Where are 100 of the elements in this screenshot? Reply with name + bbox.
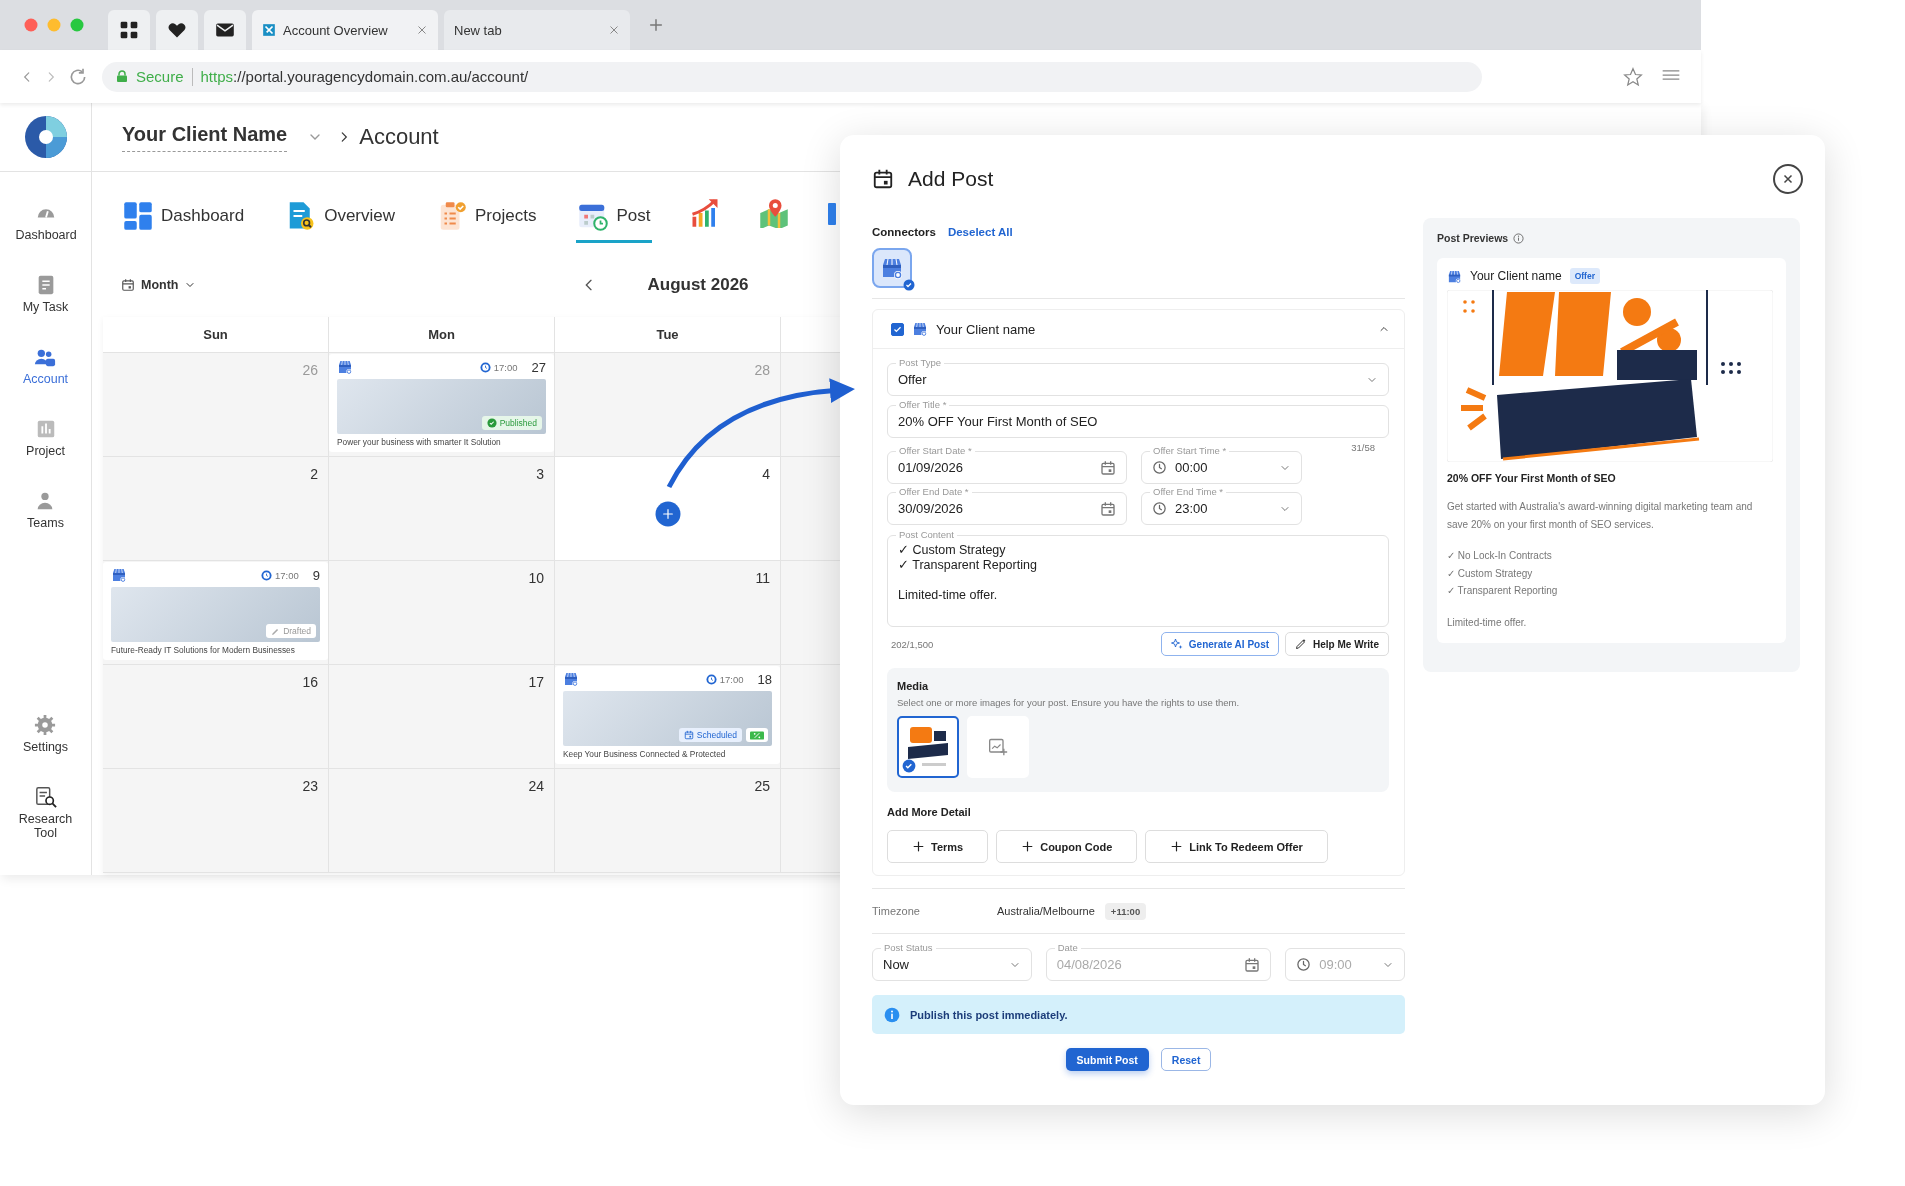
day-number: 9 [312, 567, 320, 583]
generate-ai-button[interactable]: Generate AI Post [1160, 632, 1280, 656]
preview-text: ✓ No Lock-In Contracts ✓ Custom Strategy ✓ Transparent Reporting [1447, 549, 1559, 598]
calendar-day[interactable]: 10 [329, 561, 555, 665]
nav-tab[interactable]: Projects [435, 192, 539, 243]
close-button[interactable] [1773, 164, 1803, 194]
nav-tab[interactable]: Overview [284, 192, 398, 243]
store-icon [111, 567, 127, 583]
check-circle-icon [486, 418, 497, 428]
window-buttons-drawing [24, 18, 84, 32]
field-label: Offer End Date * [896, 486, 972, 497]
check-badge-icon [903, 279, 915, 291]
sidebar-item[interactable]: Dashboard [15, 202, 76, 242]
add-detail-button[interactable]: Terms [887, 830, 989, 863]
day-number: 4 [762, 466, 770, 482]
site-favicon [262, 23, 276, 37]
character-counter: 202/1,500 [890, 638, 934, 650]
deselect-all-link[interactable]: Deselect All [947, 226, 1013, 238]
day-number: 3 [536, 466, 544, 482]
section-title: Add More Detail [887, 806, 972, 818]
help-me-write-button[interactable]: Help Me Write [1285, 632, 1389, 656]
calendar-day[interactable]: 23 [103, 769, 329, 873]
post-caption: Future-Ready IT Solutions for Modern Businesses [111, 645, 296, 655]
day-number: 27 [531, 359, 546, 375]
sidebar-item[interactable]: Settings [22, 714, 69, 754]
connector-toggle[interactable] [872, 248, 912, 288]
calendar-day[interactable]: 24 [329, 769, 555, 873]
store-icon [912, 321, 928, 337]
plus-icon [661, 507, 674, 520]
image-thumbnail[interactable] [897, 716, 959, 778]
star-icon[interactable] [1623, 66, 1643, 87]
status-badge: Scheduled [678, 728, 742, 742]
mail-tab[interactable] [204, 10, 246, 50]
weekday-header: Tue [555, 317, 781, 353]
new-tab-icon[interactable] [648, 17, 664, 33]
nav-tab[interactable]: Post [576, 192, 653, 243]
preview-text: Limited-time offer. [1447, 615, 1528, 630]
reload-icon[interactable] [68, 66, 88, 87]
document-search-icon [34, 786, 57, 808]
post-type-badge: Offer [1569, 268, 1600, 284]
growth-chart-icon[interactable] [690, 197, 721, 228]
calendar-day[interactable]: 2 [103, 457, 329, 561]
timezone-label: Timezone [872, 905, 921, 917]
map-pin-icon[interactable] [758, 197, 791, 228]
nav-tab[interactable]: Dashboard [121, 192, 247, 243]
section-label: Connectors [872, 226, 936, 238]
status-badge: Published [481, 416, 542, 430]
add-image-icon [988, 737, 1008, 757]
modal-title: Add Post [908, 167, 994, 191]
draft-icon [271, 626, 281, 636]
day-number: 23 [302, 778, 318, 794]
character-counter: 31/58 [1351, 442, 1375, 453]
calendar-day[interactable]: 3 [329, 457, 555, 561]
add-detail-button[interactable]: Coupon Code [996, 830, 1138, 863]
client-name: Your Client Name [122, 122, 288, 152]
add-detail-button[interactable]: Link To Redeem Offer [1145, 830, 1328, 863]
apps-grid-icon [119, 20, 139, 40]
calendar-day[interactable]: 4 [555, 457, 781, 561]
hint-text: Select one or more images for your post. Ensure you have the rights to use them. [897, 697, 1241, 708]
address-bar[interactable]: Secure https://portal.youragencydomain.com.au/account/ [102, 61, 1482, 92]
browser-tab[interactable]: New tab [444, 10, 630, 50]
day-number: 28 [754, 362, 770, 378]
calendar-day[interactable]: 17 [329, 665, 555, 769]
calendar-day[interactable]: 16 [103, 665, 329, 769]
browser-tab[interactable]: Account Overview [252, 10, 438, 50]
sidebar-item[interactable]: Account [22, 346, 69, 386]
checkbox[interactable] [891, 322, 904, 336]
close-icon [1782, 173, 1794, 185]
submit-button[interactable]: Submit Post [1065, 1048, 1149, 1071]
sidebar-item[interactable]: My Task [22, 274, 69, 314]
clock-icon [479, 361, 491, 373]
store-icon [563, 671, 579, 687]
close-icon[interactable] [608, 24, 620, 36]
sidebar-item[interactable]: Project [26, 418, 65, 458]
post-caption: Power your business with smarter It Solution [337, 437, 502, 447]
favorites-tab[interactable] [156, 10, 198, 50]
day-number: 24 [528, 778, 544, 794]
plus-icon [1170, 840, 1184, 853]
preview-text: Get started with Australia's award-winning digital marketing team and save 20% on your first month of SEO services. [1447, 500, 1754, 532]
app-logo [23, 115, 68, 159]
view-select[interactable]: Month [121, 278, 197, 292]
check-badge-icon [902, 759, 916, 773]
close-icon[interactable] [416, 24, 428, 36]
day-number: 10 [528, 570, 544, 586]
calendar-day[interactable]: 25 [555, 769, 781, 873]
status-badge: Drafted [266, 624, 316, 638]
clock-icon [1152, 460, 1167, 475]
field-label: Post Status [881, 942, 936, 953]
mail-icon [215, 22, 235, 38]
sidebar-item[interactable]: Research Tool [15, 786, 76, 840]
add-post-button[interactable] [655, 501, 680, 526]
apps-tab[interactable] [108, 10, 150, 50]
reset-button[interactable]: Reset [1160, 1048, 1212, 1071]
day-number: 26 [302, 362, 318, 378]
calendar-day[interactable]: 11 [555, 561, 781, 665]
sidebar-item[interactable]: Teams [27, 490, 64, 530]
calendar-icon [121, 278, 135, 292]
lock-icon [116, 69, 128, 84]
add-image-button[interactable] [967, 716, 1029, 778]
section-title: Media [897, 680, 930, 692]
